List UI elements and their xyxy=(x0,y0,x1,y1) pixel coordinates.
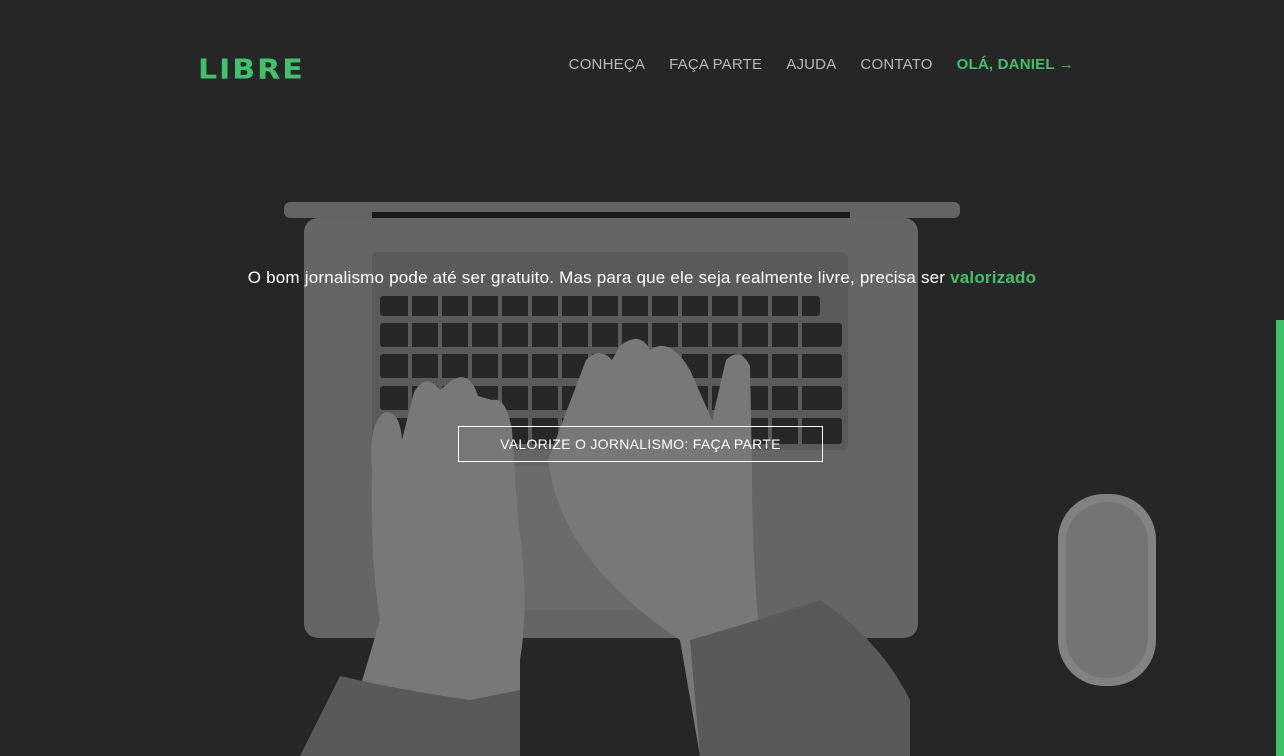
nav-item-ajuda[interactable]: AJUDA xyxy=(786,56,836,73)
logo[interactable]: LIBRE xyxy=(198,56,305,84)
main-nav: CONHEÇA FAÇA PARTE AJUDA CONTATO OLÁ, DA… xyxy=(569,56,1074,73)
nav-item-faca-parte[interactable]: FAÇA PARTE xyxy=(669,56,762,73)
hero-background xyxy=(0,0,1284,756)
user-menu-link[interactable]: OLÁ, DANIEL → xyxy=(957,56,1074,73)
nav-item-contato[interactable]: CONTATO xyxy=(860,56,932,73)
user-greeting: OLÁ, DANIEL xyxy=(956,56,1055,73)
laptop-photo xyxy=(0,0,1284,756)
hero-tagline: O bom jornalismo pode até ser gratuito. … xyxy=(0,268,1284,288)
nav-item-conheca[interactable]: CONHEÇA xyxy=(569,56,645,73)
arrow-right-icon: → xyxy=(1058,56,1074,73)
tagline-text: O bom jornalismo pode até ser gratuito. … xyxy=(247,268,946,287)
tagline-highlight: valorizado xyxy=(950,268,1037,287)
cta-button[interactable]: VALORIZE O JORNALISMO: FAÇA PARTE xyxy=(458,426,823,462)
scroll-indicator xyxy=(1276,320,1284,756)
